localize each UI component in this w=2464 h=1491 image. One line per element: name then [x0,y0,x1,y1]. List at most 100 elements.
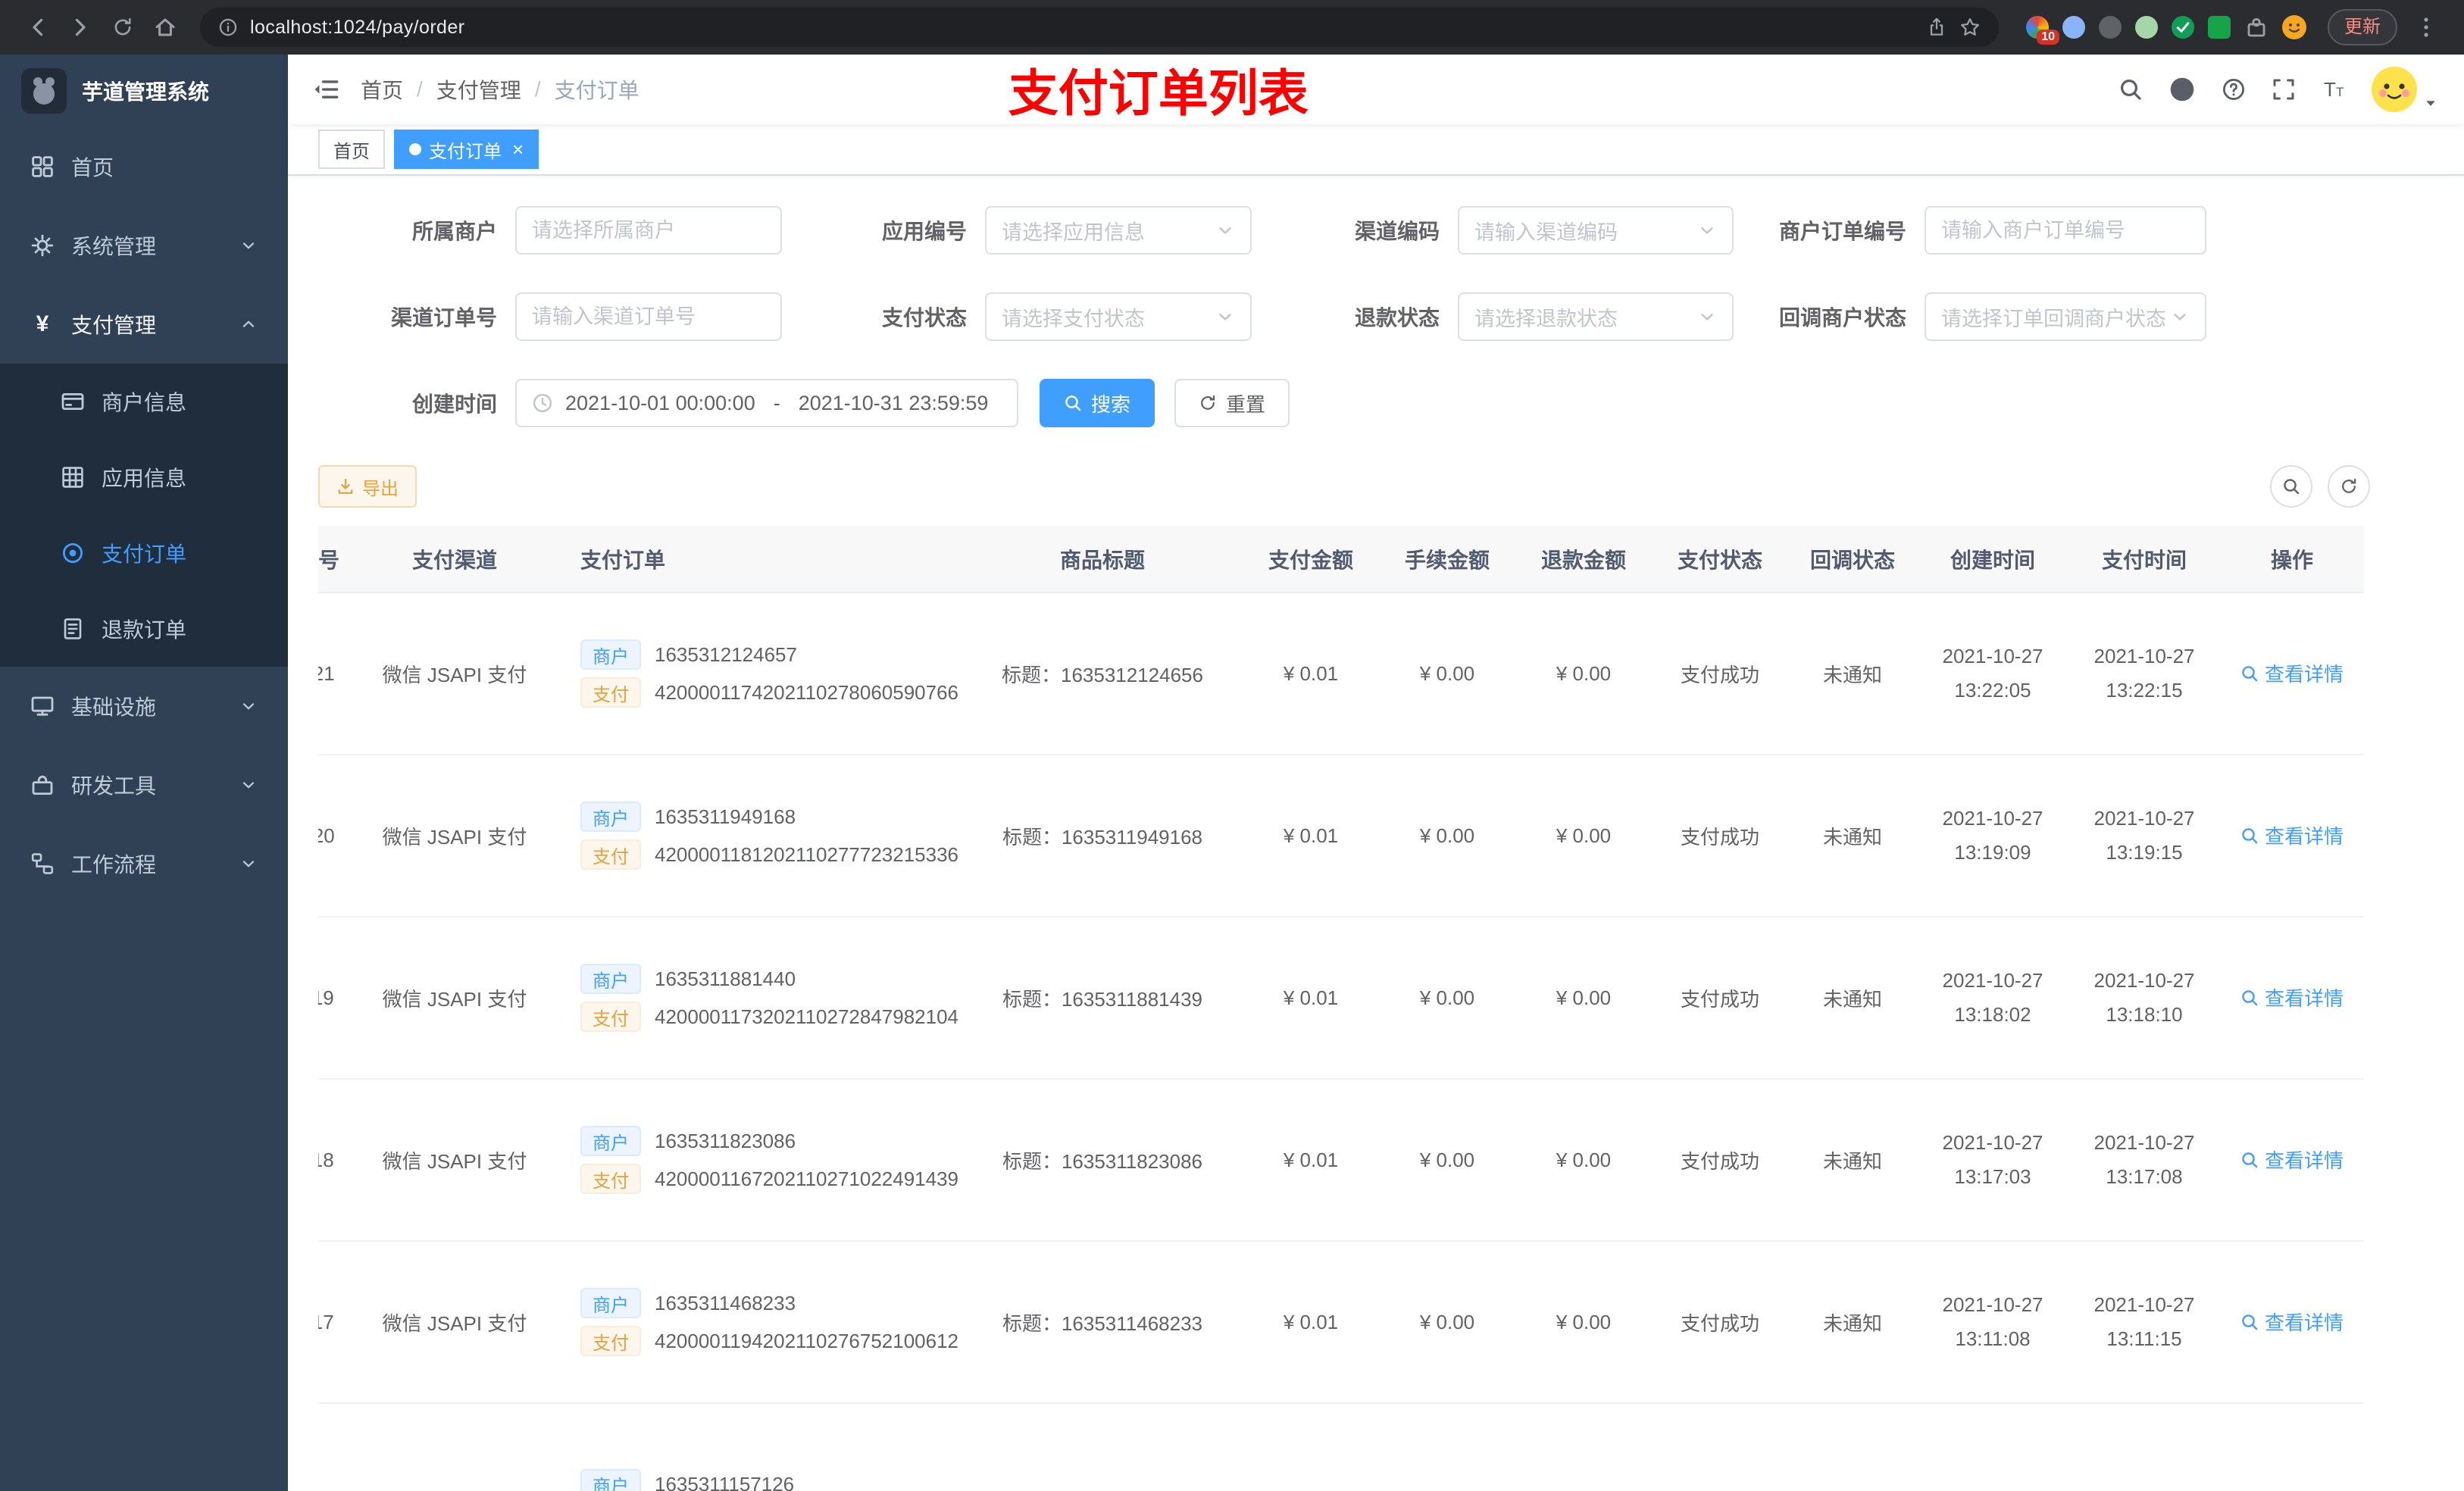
font-size-icon[interactable] [2322,77,2346,102]
view-detail-link[interactable]: 查看详情 [2240,1146,2344,1174]
help-icon[interactable] [2222,77,2246,102]
view-detail-link[interactable]: 查看详情 [2240,983,2344,1011]
extension-icon-lightgreen[interactable] [2135,16,2158,39]
profile-avatar[interactable] [2282,15,2306,39]
chevron-up-icon [239,315,258,333]
extension-icon-greensquare[interactable] [2208,16,2231,39]
extension-icon-colorwheel[interactable]: 10 [2026,16,2059,45]
merchant-input[interactable] [515,206,782,255]
extensions-puzzle-icon[interactable] [2244,15,2269,39]
chevron-down-icon [239,236,258,255]
view-detail-link[interactable]: 查看详情 [2240,659,2344,687]
merchant-order-no-input[interactable] [1925,206,2206,255]
fullscreen-icon[interactable] [2272,77,2296,102]
gear-icon [30,233,55,258]
refund-status-select[interactable]: 请选择退款状态 [1458,292,1734,341]
browser-home-button[interactable] [145,8,185,47]
refresh-table-button[interactable] [2328,465,2370,508]
view-detail-link[interactable]: 查看详情 [2240,1308,2344,1336]
merchant-tag: 商户 [580,1126,641,1156]
cell-refund: ¥ 0.00 [1515,917,1652,1080]
sidebar-item-home[interactable]: 首页 [0,127,288,206]
sidebar-item-app-info[interactable]: 应用信息 [0,439,288,515]
toggle-search-button[interactable] [2270,465,2312,508]
cell-create-time: 2021-10-27 13:18:02 [1917,917,2068,1080]
col-status: 支付状态 [1652,526,1788,593]
cell-order: 商户 1635312124657 支付 4200001174202110278060… [538,592,962,755]
breadcrumb-home[interactable]: 首页 [361,74,403,105]
cell-amount: ¥ 0.01 [1243,1241,1379,1404]
tab-home[interactable]: 首页 [318,130,385,169]
cell-title: 标题：1635311881439 [962,917,1243,1080]
export-button[interactable]: 导出 [318,465,417,508]
cell-channel: 微信 JSAPI 支付 [371,755,538,917]
address-bar[interactable]: localhost:1024/pay/order [200,8,1999,47]
cell-notify: 未通知 [1788,1241,1917,1404]
filter-merchant-order-no: 商户订单编号 [1734,206,2206,255]
document-icon [61,617,85,641]
select-placeholder: 请选择订单回调商户状态 [1941,307,2166,330]
notify-status-select[interactable]: 请选择订单回调商户状态 [1925,292,2206,341]
chrome-update-button[interactable]: 更新 [2328,9,2397,45]
chevron-down-icon [1215,220,1235,240]
refresh-icon [2340,477,2358,495]
download-icon [336,477,355,495]
extension-icon-gray[interactable] [2099,16,2122,39]
browser-forward-button[interactable] [61,8,100,47]
pay-status-select[interactable]: 请选择支付状态 [985,292,1252,341]
view-detail-link[interactable]: 查看详情 [2240,821,2344,849]
browser-back-button[interactable] [18,8,58,47]
sidebar: 芋道管理系统 首页 系统管理 ¥ 支付管理 商户信息 应用信息 支付订单 退款订… [0,55,288,1491]
sidebar-item-workflow[interactable]: 工作流程 [0,824,288,903]
channel-code-select[interactable]: 请输入渠道编码 [1458,206,1734,255]
filter-label: 回调商户状态 [1778,306,1906,330]
magnifier-icon [2240,989,2259,1007]
sidebar-item-system[interactable]: 系统管理 [0,206,288,285]
cell-order: 商户 1635311157126 [538,1403,962,1491]
filter-row-2: 渠道订单号 支付状态 请选择支付状态 退款状态 请选择退款状态 [318,292,2434,341]
sidebar-collapse-button[interactable] [312,76,339,103]
chrome-menu-button[interactable] [2406,8,2446,47]
close-icon[interactable]: × [512,139,524,159]
filter-label: 所属商户 [411,220,497,243]
sidebar-item-merchant-info[interactable]: 商户信息 [0,364,288,439]
cell-refund: ¥ 0.00 [1515,755,1652,917]
bookmark-star-icon[interactable] [1959,17,1981,38]
reset-button[interactable]: 重置 [1174,379,1290,427]
user-menu[interactable] [2372,67,2440,112]
sidebar-item-infra[interactable]: 基础设施 [0,667,288,746]
tab-pay-orders[interactable]: 支付订单 × [394,130,539,169]
chevron-down-icon [1697,220,1717,240]
app-select[interactable]: 请选择应用信息 [985,206,1252,255]
share-icon[interactable] [1926,17,1947,38]
magnifier-icon [2240,1151,2259,1169]
filter-row-1: 所属商户 应用编号 请选择应用信息 渠道编码 请输入渠道编码 [318,206,2434,255]
col-fee: 手续金额 [1379,526,1515,593]
cell-id: 118 [318,1079,371,1242]
breadcrumb-payment[interactable]: 支付管理 [436,74,521,105]
filter-label: 退款状态 [1354,306,1440,330]
cell-action: 查看详情 [2220,592,2364,755]
orders-table-wrapper: 编号 支付渠道 支付订单 商品标题 支付金额 手续金额 退款金额 支付状态 回调… [318,526,2434,1491]
sidebar-item-pay-orders[interactable]: 支付订单 [0,515,288,591]
header-search-icon[interactable] [2118,77,2143,102]
create-time-range-picker[interactable]: 2021-10-01 00:00:00 - 2021-10-31 23:59:5… [515,379,1018,427]
github-icon[interactable] [2169,76,2196,103]
browser-reload-button[interactable] [103,8,142,47]
search-button[interactable]: 搜索 [1040,379,1155,427]
extension-icon-blue[interactable] [2062,16,2085,39]
sidebar-item-refund-orders[interactable]: 退款订单 [0,591,288,667]
merchant-tag: 商户 [580,1288,641,1318]
date-range-end: 2021-10-31 23:59:59 [798,391,989,414]
search-icon [1064,394,1082,412]
extension-icon-check[interactable] [2172,16,2194,39]
sidebar-item-devtools[interactable]: 研发工具 [0,746,288,824]
pay-tag: 支付 [580,677,641,708]
cell-title: 标题：1635311823086 [962,1079,1243,1242]
col-notify: 回调状态 [1788,526,1917,593]
app-title: 芋道管理系统 [82,80,210,104]
channel-order-no-input[interactable] [515,292,782,341]
sidebar-item-payment[interactable]: ¥ 支付管理 [0,285,288,364]
col-order: 支付订单 [538,526,962,593]
table-row-partial: 商户 1635311157126 [318,1403,2364,1491]
